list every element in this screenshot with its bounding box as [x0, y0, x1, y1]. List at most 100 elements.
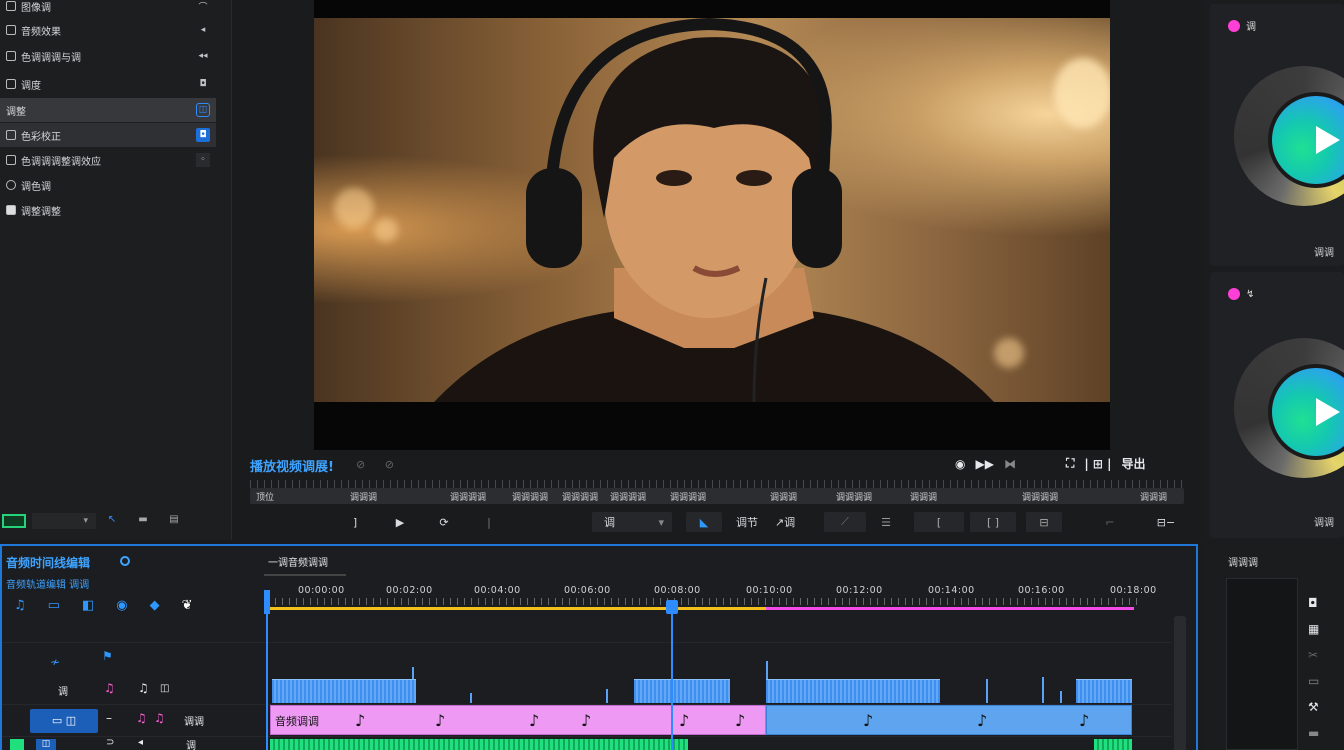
effect-item[interactable]: 色调调调与调 ◂◂: [0, 44, 216, 68]
camera-icon[interactable]: ◘: [1308, 596, 1319, 610]
trim-end-icon[interactable]: [ ]: [970, 512, 1016, 532]
settings-menu-icon[interactable]: ⊟−: [1150, 512, 1182, 532]
target-icon[interactable]: [120, 556, 130, 566]
effect-item[interactable]: 音频效果 ◂: [0, 18, 216, 42]
track-select-button[interactable]: ▭ ◫: [30, 709, 98, 733]
slip-icon[interactable]: ⊟: [1026, 512, 1062, 532]
link-icon[interactable]: ⊃: [106, 737, 114, 748]
fullscreen-icon[interactable]: ⛶: [1066, 456, 1074, 471]
save-icon[interactable]: ▤: [164, 514, 184, 528]
frame-icon[interactable]: ▭: [1308, 674, 1319, 688]
music-icon[interactable]: ♫: [154, 711, 165, 725]
audio-clip[interactable]: [270, 739, 688, 750]
time-label: 00:12:00: [836, 585, 883, 596]
record-icon[interactable]: ◉: [955, 457, 965, 471]
effect-item[interactable]: 色调调调整调效应 ◦: [0, 148, 216, 172]
color-wheel[interactable]: [1234, 338, 1344, 478]
audio-clip[interactable]: [766, 679, 940, 703]
music-icon[interactable]: ♫: [138, 681, 149, 695]
color-wheel[interactable]: [1234, 66, 1344, 206]
audio-clip[interactable]: [1076, 679, 1132, 703]
shape-icon[interactable]: ◧: [82, 598, 94, 613]
speaker-icon[interactable]: ◂: [138, 737, 143, 748]
wheel-center[interactable]: [1268, 364, 1344, 460]
minus-icon[interactable]: ▬: [128, 514, 158, 528]
work-area-bar[interactable]: [268, 607, 766, 610]
lock-icon[interactable]: ◫: [160, 683, 169, 694]
flag-icon[interactable]: ⚑: [102, 649, 113, 663]
pin-icon[interactable]: ◉: [116, 598, 127, 613]
more-icon[interactable]: ▬: [1308, 726, 1319, 740]
ripple-icon[interactable]: ≁: [50, 655, 60, 669]
loop-button[interactable]: ⟳: [436, 512, 452, 532]
tag-icon[interactable]: ◆: [150, 598, 160, 613]
playhead-handle[interactable]: [666, 600, 678, 614]
list-icon[interactable]: ☰: [874, 512, 898, 532]
effect-icon: [6, 79, 16, 89]
viewer-scrubber[interactable]: 顶位 调调调 调调调调 调调调调 调调调调 调调调调 调调调调 调调调 调调调调…: [250, 478, 1184, 506]
cut-icon[interactable]: ✂: [1308, 648, 1319, 662]
options-icon[interactable]: ◂: [196, 23, 210, 37]
minus-icon[interactable]: –: [106, 711, 112, 725]
curve-icon[interactable]: ⟋: [824, 512, 866, 532]
effect-label: 调度: [21, 80, 41, 92]
time-label: 00:00:00: [298, 585, 345, 596]
options-icon[interactable]: ⌒: [196, 0, 210, 13]
effect-label: 图像调: [21, 2, 51, 14]
trim-start-icon[interactable]: [: [914, 512, 964, 532]
music-icon[interactable]: ♫: [136, 711, 147, 725]
in-point-marker[interactable]: [264, 590, 270, 614]
music-clip[interactable]: 音频调调 ♪ ♪ ♪ ♪ ♪ ♪: [270, 705, 766, 735]
export-button[interactable]: 导出: [1122, 455, 1146, 472]
chevron-down-icon: ▾: [658, 515, 664, 529]
value-field[interactable]: ▾: [32, 513, 96, 529]
safe-margins-icon[interactable]: | ⊞ |: [1084, 457, 1111, 471]
snap-button[interactable]: ◣: [686, 512, 722, 532]
effect-item-selected[interactable]: 调整 ◫: [0, 98, 216, 122]
note-icon: ♪: [679, 711, 690, 730]
effect-label: 音频效果: [21, 26, 61, 38]
clip-icon[interactable]: ▭: [48, 598, 60, 613]
effect-item[interactable]: 调色调: [0, 173, 216, 197]
timeline-tab[interactable]: 一调音频调调: [264, 552, 346, 576]
time-label: 00:14:00: [928, 585, 975, 596]
track-select-button[interactable]: ◫: [36, 739, 56, 750]
timeline-scrollbar[interactable]: [1174, 616, 1186, 750]
time-label: 00:10:00: [746, 585, 793, 596]
audio-clip[interactable]: [1094, 739, 1132, 750]
effect-label: 色彩校正: [21, 131, 61, 143]
playhead[interactable]: [671, 602, 673, 750]
marker-icon[interactable]: ⧓: [1004, 457, 1016, 471]
effect-item[interactable]: 调度 ◘: [0, 72, 216, 96]
options-icon[interactable]: ◘: [196, 77, 210, 91]
mark-in-button[interactable]: ]: [348, 512, 362, 532]
effect-item[interactable]: 图像调 ⌒: [0, 0, 216, 18]
music-clip[interactable]: ♪ ♪ ♪: [766, 705, 1132, 735]
music-note-icon[interactable]: ♫: [14, 598, 26, 613]
music-icon[interactable]: ♫: [104, 681, 115, 695]
ruler-label: 调调调: [910, 493, 938, 503]
audio-clip[interactable]: [272, 679, 416, 703]
toggle-icon[interactable]: ◘: [196, 128, 210, 142]
save-icon[interactable]: ▦: [1308, 622, 1319, 636]
options-icon[interactable]: ◦: [196, 153, 210, 167]
effect-item-active[interactable]: 色彩校正 ◘: [0, 123, 216, 147]
fast-forward-icon[interactable]: ▶▶: [975, 457, 993, 471]
options-icon[interactable]: ◂◂: [196, 49, 210, 63]
video-preview[interactable]: [314, 0, 1110, 450]
timeline-ruler[interactable]: 00:00:00 00:02:00 00:04:00 00:06:00 00:0…: [268, 582, 1156, 612]
audio-clip[interactable]: [634, 679, 730, 703]
expand-icon[interactable]: ⌐: [1090, 512, 1130, 532]
wheel-center[interactable]: [1268, 92, 1344, 188]
options-icon[interactable]: ◫: [196, 103, 210, 117]
adjust-icon[interactable]: ⚒: [1308, 700, 1319, 714]
fit-button[interactable]: 调节: [734, 512, 760, 532]
play-button[interactable]: ▶: [390, 512, 410, 532]
bird-icon[interactable]: ❦: [182, 598, 193, 613]
zoom-dropdown[interactable]: 调 ▾: [592, 512, 672, 532]
razor-button[interactable]: ↗调: [770, 512, 800, 532]
pointer-icon[interactable]: ↖: [102, 514, 122, 528]
timeline-tools: ♫ ▭ ◧ ◉ ◆ ❦: [14, 598, 193, 613]
effect-label: 调色调: [21, 181, 51, 193]
effect-item[interactable]: 调整调整: [0, 198, 216, 222]
